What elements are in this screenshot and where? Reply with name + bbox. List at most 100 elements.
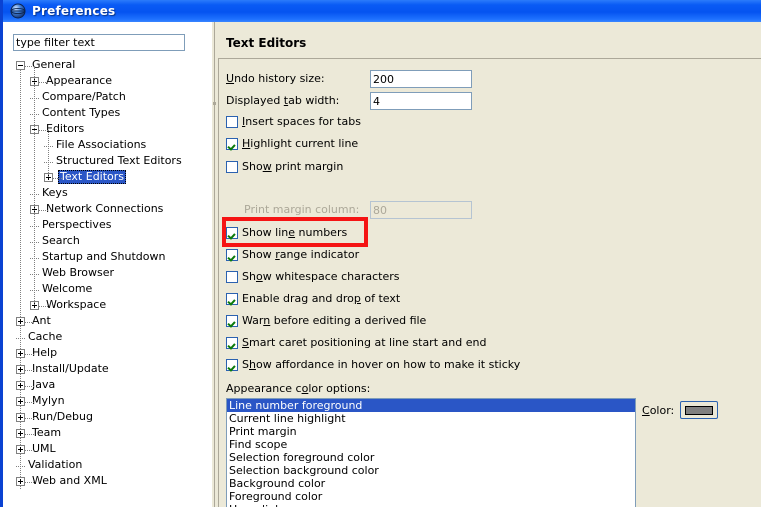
tree-item-run-debug[interactable]: Run/Debug <box>6 410 212 426</box>
tree-item-search[interactable]: Search <box>6 234 212 250</box>
tree-item-perspectives[interactable]: Perspectives <box>6 218 212 234</box>
tree-connector <box>30 270 40 279</box>
color-picker-button[interactable] <box>680 401 719 419</box>
checkbox-box-icon[interactable] <box>226 161 238 173</box>
tree-connector <box>25 382 34 391</box>
tree-connector <box>44 142 54 151</box>
tree-expander-plus-icon[interactable] <box>16 381 25 390</box>
checkbox-warn-before-editing-a-derived-file[interactable]: Warn before editing a derived file <box>226 313 426 329</box>
tree-expander-plus-icon[interactable] <box>16 397 25 406</box>
tree-item-web-and-xml[interactable]: Web and XML <box>6 474 212 490</box>
checkbox-show-print-margin[interactable]: Show print margin <box>226 159 343 175</box>
filter-text-input[interactable] <box>13 34 185 51</box>
color-option-item[interactable]: Print margin <box>227 425 635 438</box>
tree-item-appearance[interactable]: Appearance <box>6 74 212 90</box>
tree-item-label: Run/Debug <box>32 410 93 423</box>
tree-item-text-editors[interactable]: Text Editors <box>6 170 212 186</box>
checkbox-show-range-indicator[interactable]: Show range indicator <box>226 247 359 263</box>
checkbox-box-icon[interactable] <box>226 337 238 349</box>
checkbox-show-affordance-in-hover-on-how-to-make-it-sticky[interactable]: Show affordance in hover on how to make … <box>226 357 520 373</box>
checkbox-insert-spaces-for-tabs[interactable]: Insert spaces for tabs <box>226 114 361 130</box>
color-option-item[interactable]: Selection background color <box>227 464 635 477</box>
tree-item-content-types[interactable]: Content Types <box>6 106 212 122</box>
checkbox-highlight-current-line[interactable]: Highlight current line <box>226 136 358 152</box>
tree-expander-plus-icon[interactable] <box>16 477 25 486</box>
checkbox-smart-caret-positioning-at-line-start-and-end[interactable]: Smart caret positioning at line start an… <box>226 335 486 351</box>
tree-item-network-connections[interactable]: Network Connections <box>6 202 212 218</box>
undo-history-size-input[interactable] <box>370 70 472 88</box>
tree-item-workspace[interactable]: Workspace <box>6 298 212 314</box>
tree-item-label: Compare/Patch <box>42 90 126 103</box>
tree-item-label: Help <box>32 346 58 359</box>
checkbox-box-icon[interactable] <box>226 249 238 261</box>
checkbox-label: Insert spaces for tabs <box>242 115 361 128</box>
right-pane: Text Editors Undo history size: Displayed… <box>218 22 761 507</box>
tree-connector <box>25 366 34 375</box>
tree-item-validation[interactable]: Validation <box>6 458 212 474</box>
tree-item-cache[interactable]: Cache <box>6 330 212 346</box>
tree-expander-plus-icon[interactable] <box>16 413 25 422</box>
tree-item-general[interactable]: General <box>6 58 212 74</box>
tree-expander-minus-icon[interactable] <box>16 61 25 70</box>
tree-item-team[interactable]: Team <box>6 426 212 442</box>
globe-icon <box>10 3 26 19</box>
tree-item-label: Java <box>32 378 56 391</box>
color-option-item[interactable]: Background color <box>227 477 635 490</box>
tree-item-label: Validation <box>28 458 83 471</box>
color-option-item[interactable]: Current line highlight <box>227 412 635 425</box>
tree-item-help[interactable]: Help <box>6 346 212 362</box>
checkbox-label: Show range indicator <box>242 248 360 261</box>
checkbox-enable-drag-and-drop-of-text[interactable]: Enable drag and drop of text <box>226 291 400 307</box>
tree-expander-plus-icon[interactable] <box>16 317 25 326</box>
color-option-item[interactable]: Selection foreground color <box>227 451 635 464</box>
checkbox-box-icon[interactable] <box>226 293 238 305</box>
displayed-tab-width-input[interactable] <box>370 92 472 110</box>
color-option-item[interactable]: Foreground color <box>227 490 635 503</box>
tree-item-compare-patch[interactable]: Compare/Patch <box>6 90 212 106</box>
tree-guide-line <box>34 66 35 306</box>
page-title: Text Editors <box>226 36 307 50</box>
title-bar: Preferences <box>3 0 761 22</box>
checkbox-show-whitespace-characters[interactable]: Show whitespace characters <box>226 269 399 285</box>
tree-connector <box>30 190 40 199</box>
tree-item-label: Search <box>42 234 80 247</box>
tree-item-startup-and-shutdown[interactable]: Startup and Shutdown <box>6 250 212 266</box>
tree-item-file-associations[interactable]: File Associations <box>6 138 212 154</box>
tree-item-label: Web and XML <box>32 474 107 487</box>
checkbox-box-icon[interactable] <box>226 138 238 150</box>
tree-item-editors[interactable]: Editors <box>6 122 212 138</box>
tree-connector <box>25 414 34 423</box>
color-option-item[interactable]: Hyperlink <box>227 503 635 507</box>
tree-item-structured-text-editors[interactable]: Structured Text Editors <box>6 154 212 170</box>
tree-expander-plus-icon[interactable] <box>16 349 25 358</box>
tree-item-label: Install/Update <box>32 362 109 375</box>
checkbox-box-icon[interactable] <box>226 359 238 371</box>
appearance-color-options-list[interactable]: Line number foreground Current line highl… <box>226 398 636 507</box>
checkbox-label: Show affordance in hover on how to make … <box>242 358 521 371</box>
tree-expander-plus-icon[interactable] <box>16 445 25 454</box>
tree-item-label: Appearance <box>46 74 113 87</box>
checkbox-show-line-numbers[interactable]: Show line numbers <box>226 225 347 241</box>
field-label-undo-history-size: Undo history size: <box>226 72 325 85</box>
checkbox-box-icon[interactable] <box>226 315 238 327</box>
tree-item-mylyn[interactable]: Mylyn <box>6 394 212 410</box>
tree-item-ant[interactable]: Ant <box>6 314 212 330</box>
tree-item-keys[interactable]: Keys <box>6 186 212 202</box>
tree-expander-plus-icon[interactable] <box>16 429 25 438</box>
tree-item-welcome[interactable]: Welcome <box>6 282 212 298</box>
tree-item-install-update[interactable]: Install/Update <box>6 362 212 378</box>
tree-connector <box>39 302 48 311</box>
tree-connector <box>16 462 26 471</box>
color-option-item[interactable]: Find scope <box>227 438 635 451</box>
tree-item-web-browser[interactable]: Web Browser <box>6 266 212 282</box>
tree-item-uml[interactable]: UML <box>6 442 212 458</box>
color-option-item[interactable]: Line number foreground <box>227 399 635 412</box>
tree-expander-plus-icon[interactable] <box>16 365 25 374</box>
preferences-tree[interactable]: General Appearance Compare/Patch Content Ty… <box>6 58 212 507</box>
tree-item-java[interactable]: Java <box>6 378 212 394</box>
checkbox-box-icon[interactable] <box>226 271 238 283</box>
checkbox-box-icon[interactable] <box>226 227 238 239</box>
checkbox-box-icon[interactable] <box>226 116 238 128</box>
print-margin-column-label: Print margin column: <box>244 203 360 216</box>
tree-connector <box>39 126 48 135</box>
